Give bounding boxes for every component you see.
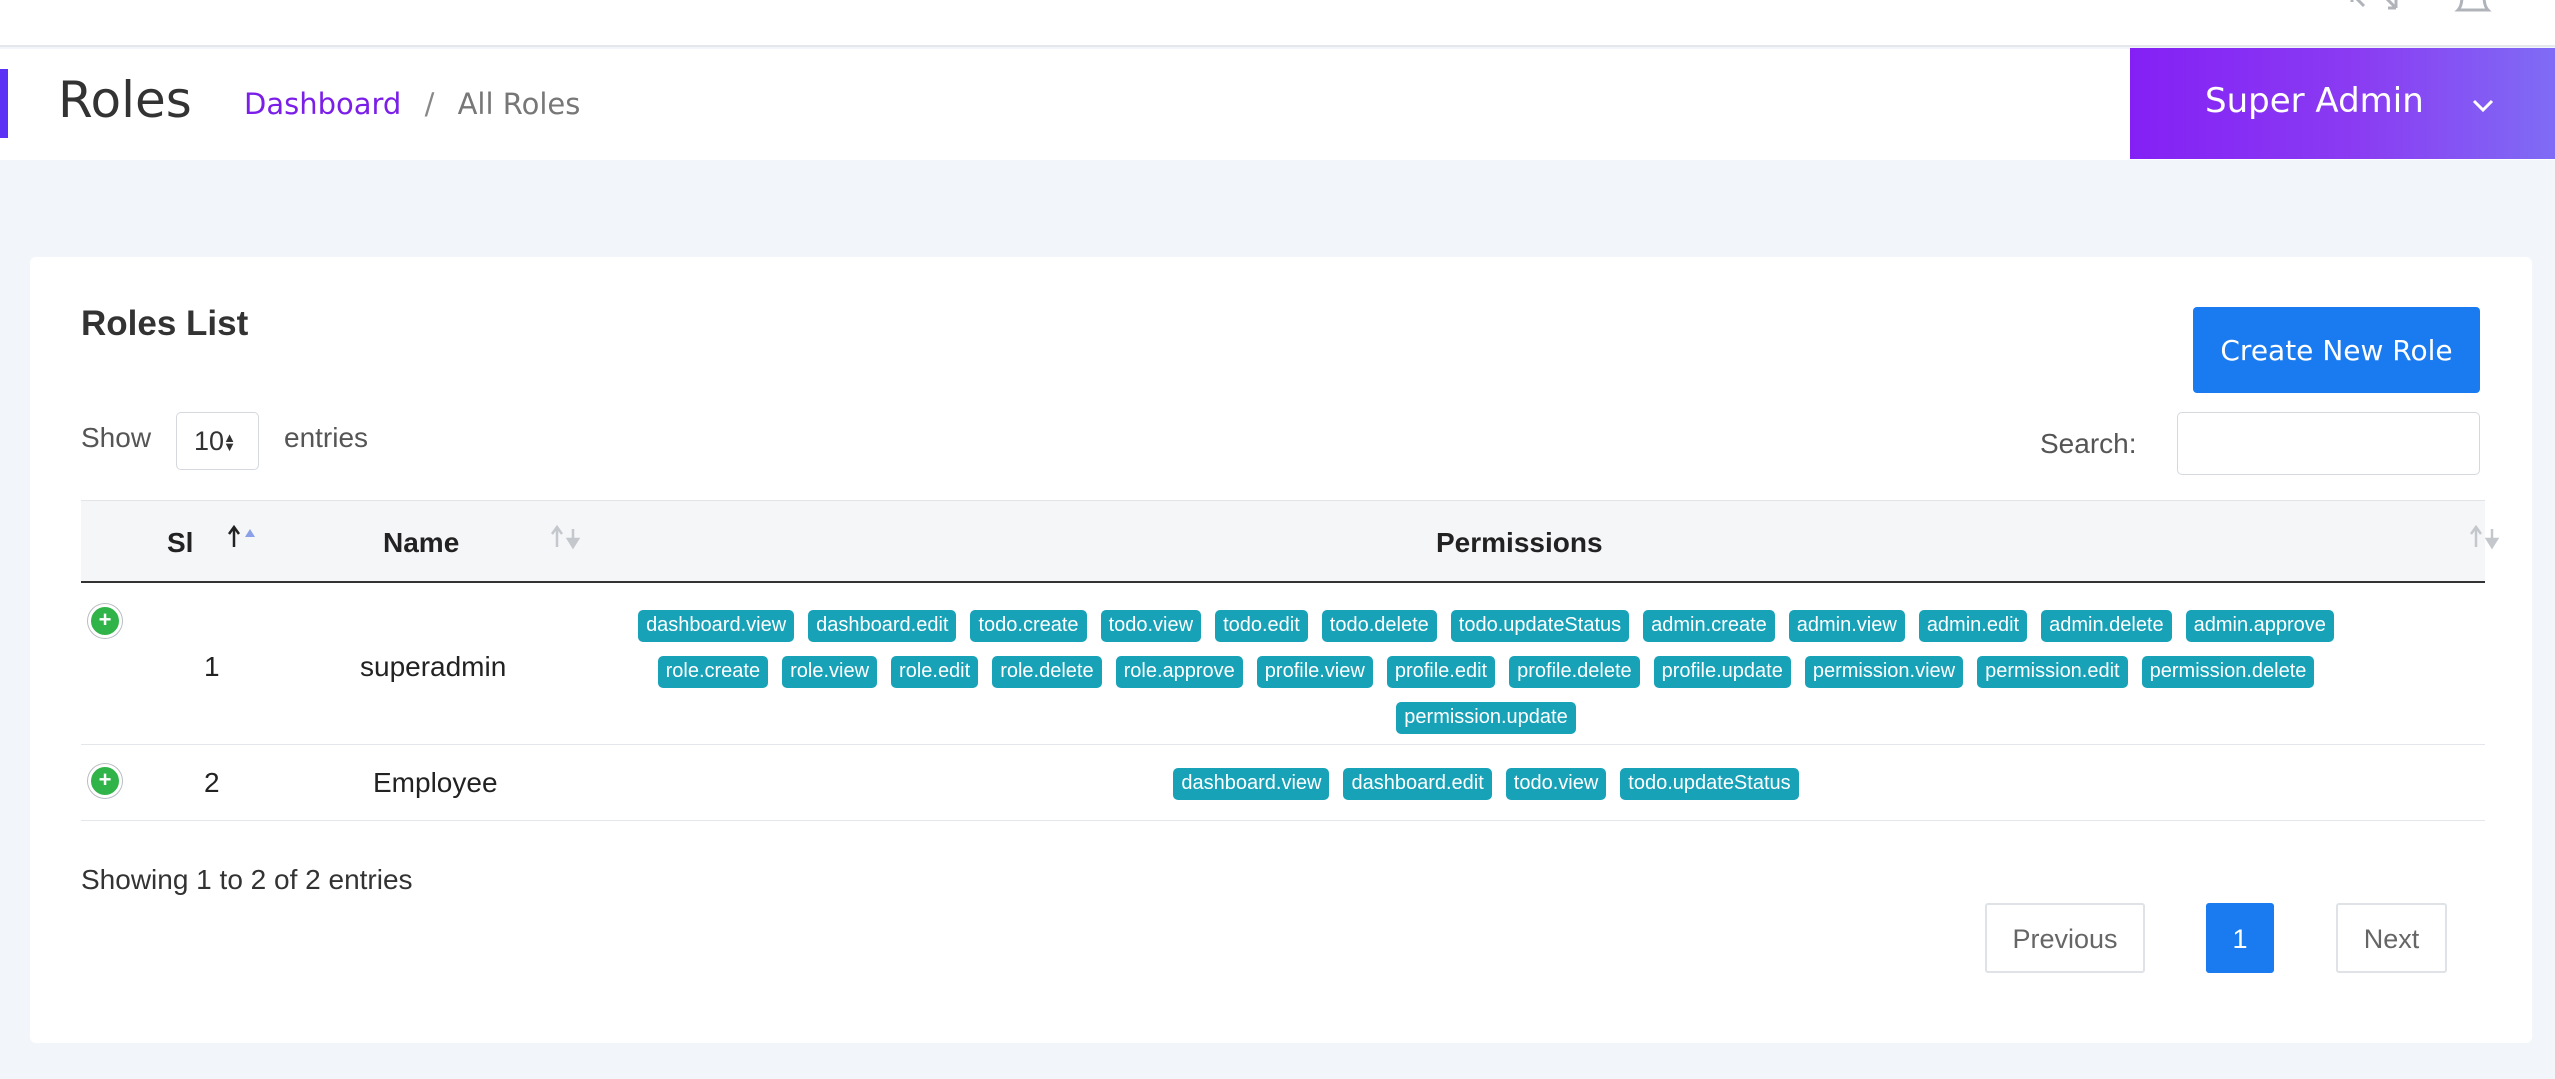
header-accent-bar [0,69,8,138]
column-header-name[interactable]: Name [383,527,459,559]
permission-badge: todo.view [1505,768,1607,800]
create-new-role-button[interactable]: Create New Role [2193,307,2480,393]
row-sl: 1 [204,651,220,682]
page-title: Roles [58,71,192,129]
column-header-sl[interactable]: Sl [167,527,193,559]
card-title: Roles List [81,304,249,343]
roles-table: Sl Name Permissions + 1 superadmin dashb… [81,500,2500,821]
table-header: Sl Name Permissions [81,500,2500,583]
notification-bell-icon[interactable] [2448,0,2498,16]
search-input[interactable] [2177,412,2480,475]
breadcrumb: Dashboard / All Roles [244,87,580,121]
permission-badge: role.create [657,656,769,688]
permission-badge: permission.update [1396,702,1576,734]
permission-badge: permission.edit [1977,656,2128,688]
sort-asc-icon[interactable] [225,523,259,553]
permission-badge: profile.edit [1386,656,1496,688]
entries-label: entries [284,422,369,453]
chevron-down-icon [2472,99,2494,113]
breadcrumb-separator: / [424,87,435,121]
search-label: Search: [2040,428,2137,459]
permission-badge: role.edit [891,656,979,688]
row-name: superadmin [360,651,507,682]
permission-badge: role.view [782,656,878,688]
fullscreen-icon[interactable] [2348,0,2400,16]
row-sl: 2 [204,767,220,798]
show-label: Show [81,422,152,453]
permission-badge: profile.update [1653,656,1791,688]
sort-both-icon[interactable] [548,523,582,553]
permission-badge: todo.create [970,610,1087,642]
permission-badge: dashboard.edit [808,610,957,642]
permission-badge: todo.edit [1215,610,1308,642]
table-row: + 2 Employee dashboard.view dashboard.edi… [81,745,2485,821]
expand-row-icon[interactable]: + [88,764,122,798]
permission-badge: role.approve [1115,656,1243,688]
permission-badge: profile.delete [1509,656,1640,688]
permission-badge: admin.delete [2041,610,2172,642]
roles-card: Roles List Create New Role Show 10 ▲ ▼ en… [30,257,2532,1043]
page-1-button[interactable]: 1 [2206,903,2274,973]
permission-badge: todo.updateStatus [1450,610,1630,642]
permission-badge: todo.view [1100,610,1202,642]
permission-badge: admin.edit [1918,610,2028,642]
table-info: Showing 1 to 2 of 2 entries [81,864,413,895]
user-name: Super Admin [2205,81,2424,121]
permission-badge: profile.view [1256,656,1373,688]
permission-badge: admin.create [1643,610,1775,642]
row-name: Employee [373,767,498,798]
permission-badge: role.delete [992,656,1102,688]
sort-both-icon[interactable] [2467,523,2501,553]
permission-badge: dashboard.view [638,610,795,642]
page-length-select[interactable]: 10 ▲ ▼ [176,412,259,470]
previous-page-button[interactable]: Previous [1985,903,2145,973]
select-arrows-icon: ▲ ▼ [223,430,236,454]
permission-badge: todo.delete [1321,610,1437,642]
column-header-permissions[interactable]: Permissions [1436,527,1603,559]
next-page-button[interactable]: Next [2336,903,2447,973]
top-navbar [0,0,2555,47]
permission-badge: dashboard.view [1173,768,1330,800]
permission-badge: admin.approve [2185,610,2334,642]
breadcrumb-current: All Roles [457,87,581,121]
permission-badge: permission.view [1804,656,1964,688]
permission-badge: dashboard.edit [1343,768,1492,800]
permission-badge: permission.delete [2141,656,2315,688]
row-permissions: dashboard.view dashboard.edit todo.view tod… [601,762,2371,808]
table-row: + 1 superadmin dashboard.view dashboard.e… [81,583,2485,745]
row-permissions: dashboard.view dashboard.edit todo.create t… [601,604,2371,742]
user-menu-dropdown[interactable]: Super Admin [2130,48,2555,159]
permission-badge: todo.updateStatus [1620,768,1799,800]
breadcrumb-dashboard-link[interactable]: Dashboard [244,87,401,121]
page-length-value: 10 [194,426,225,456]
permission-badge: admin.view [1788,610,1905,642]
expand-row-icon[interactable]: + [88,604,122,638]
